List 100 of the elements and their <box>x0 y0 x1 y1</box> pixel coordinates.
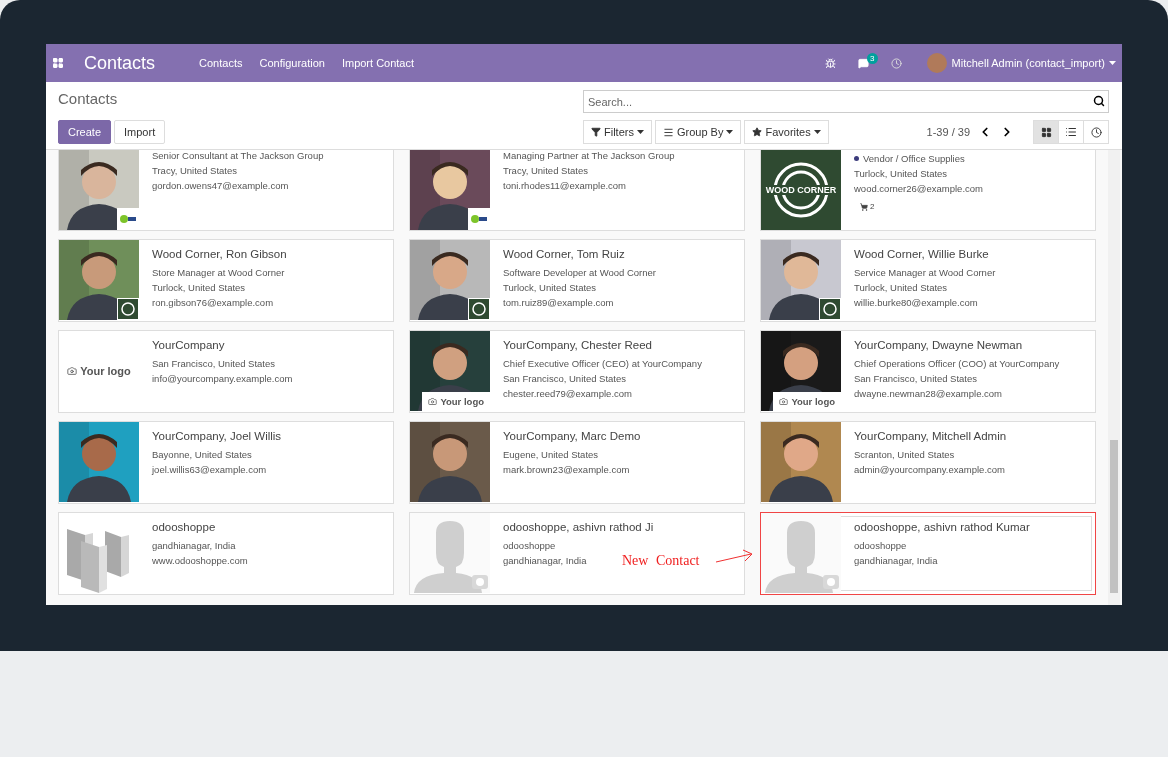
contact-detail: gordon.owens47@example.com <box>152 180 289 191</box>
pager: 1-39 / 39 <box>926 126 970 138</box>
contact-detail: Tracy, United States <box>503 165 588 176</box>
kanban-view-icon <box>1040 126 1052 138</box>
contact-card[interactable]: Wood Corner, Willie Burke Service Manager at Wood Corner Turlock, United States willie.burke80@example.com <box>760 239 1096 322</box>
contact-detail: odooshoppe <box>503 540 556 551</box>
activity-view-icon <box>1090 126 1102 138</box>
sale-orders-count: 2 <box>860 202 875 211</box>
contact-card[interactable]: YourCompany, Joel Willis Bayonne, United States joel.willis63@example.com <box>58 421 394 504</box>
activity-icon[interactable] <box>890 57 902 69</box>
contact-card[interactable]: YourCompany, Mitchell Admin Scranton, United States admin@yourcompany.example.com <box>760 421 1096 504</box>
contact-detail: willie.burke80@example.com <box>854 297 978 308</box>
contact-card[interactable]: Managing Partner at The Jackson Group Tracy, United States toni.rhodes11@example.com <box>409 150 745 231</box>
menu-item[interactable]: Import Contact <box>341 57 415 69</box>
messages-icon[interactable] <box>857 57 869 69</box>
contact-name: YourCompany <box>152 339 225 351</box>
contact-detail: San Francisco, United States <box>152 358 276 369</box>
contact-detail: chester.reed79@example.com <box>503 388 632 399</box>
contact-detail: Managing Partner at The Jackson Group <box>503 150 675 161</box>
view-switch-button[interactable] <box>1058 120 1084 144</box>
contact-name: YourCompany, Mitchell Admin <box>854 430 1007 442</box>
contact-detail: Tracy, United States <box>152 165 237 176</box>
view-switch-button[interactable] <box>1033 120 1059 144</box>
import-button[interactable]: Import <box>114 120 166 144</box>
filter-dropdown[interactable]: Group By <box>654 120 742 144</box>
contact-detail: San Francisco, United States <box>503 373 627 384</box>
menu-item[interactable]: Configuration <box>259 57 325 69</box>
contact-detail: ron.gibson76@example.com <box>152 297 274 308</box>
contact-card[interactable]: Your logo YourCompany, Chester Reed Chief Executive Officer (CEO) at YourCompany San Francisco, United States chester.reed79@example.com <box>409 330 745 413</box>
contact-detail: admin@yourcompany.example.com <box>854 464 1005 475</box>
app-title: Contacts <box>84 52 156 74</box>
contact-detail: odooshoppe <box>854 540 907 551</box>
contact-detail: Senior Consultant at The Jackson Group <box>152 150 324 161</box>
user-avatar <box>926 53 947 73</box>
contact-detail: tom.ruiz89@example.com <box>503 297 614 308</box>
user-menu[interactable]: Mitchell Admin (contact_import) <box>951 57 1105 69</box>
contact-detail: gandhianagar, India <box>503 555 587 566</box>
group-icon <box>662 126 674 138</box>
filter-dropdown[interactable]: Favorites <box>744 120 829 144</box>
contact-card[interactable]: Wood Corner, Ron Gibson Store Manager at Wood Corner Turlock, United States ron.gibson76@example.com <box>58 239 394 322</box>
contact-name: YourCompany, Chester Reed <box>503 339 652 351</box>
contact-detail: Software Developer at Wood Corner <box>503 267 656 278</box>
scrollbar[interactable] <box>1108 150 1120 605</box>
filter-dropdown[interactable]: Filters <box>583 120 652 144</box>
contact-detail: wood.corner26@example.com <box>854 183 983 194</box>
view-switch-button[interactable] <box>1083 120 1109 144</box>
contact-detail: Turlock, United States <box>152 282 246 293</box>
caret-icon <box>726 130 734 134</box>
contact-detail: Chief Operations Officer (COO) at YourCompany <box>854 358 1060 369</box>
menu-item[interactable]: Contacts <box>199 57 243 69</box>
contact-name: Wood Corner, Tom Ruiz <box>503 248 625 260</box>
company-logo-badge: Your logo <box>773 392 841 411</box>
contact-detail: joel.willis63@example.com <box>152 464 267 475</box>
contact-detail: Eugene, United States <box>503 449 599 460</box>
star-icon <box>752 127 763 137</box>
search-field[interactable]: Search... <box>583 90 1109 113</box>
contact-card[interactable]: Senior Consultant at The Jackson Group Tracy, United States gordon.owens47@example.com <box>58 150 394 231</box>
contact-card[interactable]: Your logo YourCompany San Francisco, United States info@yourcompany.example.com <box>58 330 394 413</box>
contact-name: YourCompany, Joel Willis <box>152 430 282 442</box>
search-icon[interactable] <box>1093 95 1105 107</box>
contact-detail: toni.rhodes11@example.com <box>503 180 626 191</box>
contact-name: YourCompany, Dwayne Newman <box>854 339 1023 351</box>
contact-detail: Turlock, United States <box>854 282 948 293</box>
contact-card[interactable]: YourCompany, Marc Demo Eugene, United States mark.brown23@example.com <box>409 421 745 504</box>
contact-detail: gandhianagar, India <box>854 555 938 566</box>
contact-detail: www.odooshoppe.com <box>152 555 248 566</box>
company-logo-icon <box>117 208 139 230</box>
debug-icon[interactable] <box>824 57 836 69</box>
contact-card[interactable]: WOOD CORNER Vendor / Office Supplies Turlock, United States wood.corner26@example.com 2 <box>760 150 1096 231</box>
contact-card[interactable]: odooshoppe gandhianagar, India www.odooshoppe.com <box>58 512 394 595</box>
breadcrumb: Contacts <box>58 90 119 109</box>
contact-card[interactable]: Your logo YourCompany, Dwayne Newman Chief Operations Officer (COO) at YourCompany San Francisco, United States dwayne.newman28@example.com <box>760 330 1096 413</box>
contact-detail: Chief Executive Officer (CEO) at YourCompany <box>503 358 702 369</box>
contact-detail: Service Manager at Wood Corner <box>854 267 996 278</box>
contact-detail: gandhianagar, India <box>152 540 236 551</box>
category-tag: Vendor / Office Supplies <box>854 153 965 164</box>
contact-name: odooshoppe, ashivn rathod Ji <box>503 521 654 533</box>
apps-menu-icon[interactable] <box>52 57 64 69</box>
annotation-arrow <box>715 548 755 564</box>
contact-name: odooshoppe <box>152 521 216 533</box>
contact-card[interactable]: odooshoppe, ashivn rathod Kumar odooshoppe gandhianagar, India <box>760 512 1096 595</box>
company-logo-icon <box>819 298 841 320</box>
contact-name: YourCompany, Marc Demo <box>503 430 641 442</box>
company-logo: WOOD CORNER <box>761 150 841 230</box>
list-view-icon <box>1065 126 1077 138</box>
filter-icon <box>591 127 601 137</box>
create-button[interactable]: Create <box>58 120 112 144</box>
caret-icon <box>636 130 644 134</box>
contact-detail: Turlock, United States <box>854 168 948 179</box>
contact-detail: Scranton, United States <box>854 449 955 460</box>
caret-icon <box>1109 61 1116 65</box>
contact-detail: mark.brown23@example.com <box>503 464 630 475</box>
caret-icon <box>813 130 821 134</box>
annotation-text: New Contact <box>622 553 700 569</box>
logo-placeholder: Your logo <box>59 331 139 411</box>
contact-card[interactable]: Wood Corner, Tom Ruiz Software Developer at Wood Corner Turlock, United States tom.ruiz89@example.com <box>409 239 745 322</box>
contact-detail: Store Manager at Wood Corner <box>152 267 285 278</box>
contact-name: odooshoppe, ashivn rathod Kumar <box>854 521 1030 533</box>
company-logo-badge: Your logo <box>422 392 490 411</box>
company-logo-icon <box>117 298 139 320</box>
